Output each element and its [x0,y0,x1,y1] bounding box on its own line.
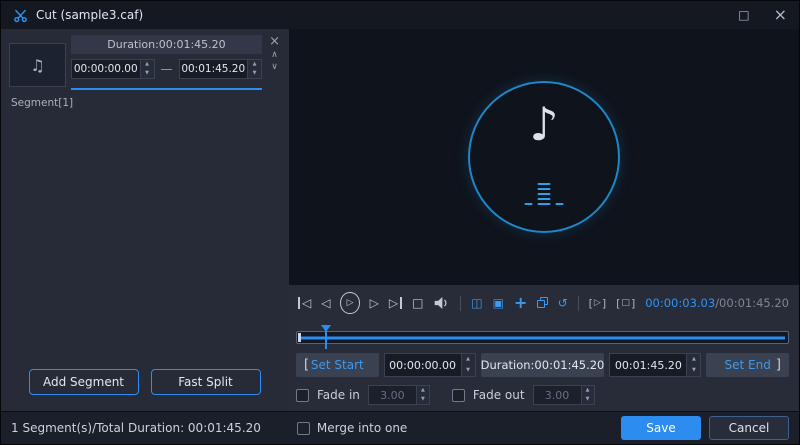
remove-segment-icon[interactable]: × [269,35,280,48]
toolbar-separator [460,295,462,311]
add-segment-button[interactable]: Add Segment [28,369,139,395]
trim-end-value[interactable]: 00:01:45.20 [610,354,686,376]
segment-end-time-input[interactable]: 00:01:45.20 ▲ ▼ [178,59,262,79]
step-down-icon[interactable]: ▼ [462,365,475,376]
segment-start-value[interactable]: 00:00:00.00 [72,60,140,78]
maximize-icon[interactable]: □ [738,9,749,21]
timeline[interactable] [296,325,789,349]
skip-to-start-icon[interactable]: ◁ [298,297,311,309]
set-start-button[interactable]: [ Set Start [296,353,379,377]
fade-in-input[interactable]: 3.00 ▲ ▼ [367,385,430,405]
segment-start-time-input[interactable]: 00:00:00.00 ▲ ▼ [71,59,155,79]
save-button[interactable]: Save [621,416,701,440]
current-time: 00:00:03.03 [645,296,716,310]
skip-to-end-icon[interactable]: ▷ [389,297,403,309]
close-icon[interactable]: × [774,7,787,23]
trim-controls: [ Set Start 00:00:00.00 ▲ ▼ Duration:00:… [296,353,789,377]
split-segment-icon[interactable]: ◫ [471,297,482,309]
cancel-button[interactable]: Cancel [709,416,789,440]
total-time: /00:01:45.20 [715,296,789,310]
music-note-icon: ♫ [30,55,45,75]
step-up-icon[interactable]: ▲ [141,60,154,69]
trim-start-time-input[interactable]: 00:00:00.00 ▲ ▼ [383,353,476,377]
clip-range-bar [300,336,785,339]
step-up-icon[interactable]: ▲ [687,354,700,365]
window-title: Cut (sample3.caf) [36,8,144,22]
segment-item[interactable]: ♫ Segment[1] Duration:00:01:45.20 00:00:… [9,35,280,129]
step-down-icon[interactable]: ▼ [687,365,700,376]
step-up-icon[interactable]: ▲ [248,60,261,69]
music-note-icon: ♪ [529,97,559,151]
fade-in-checkbox[interactable] [296,388,309,402]
step-up-icon[interactable]: ▲ [417,386,429,395]
step-up-icon[interactable]: ▲ [582,386,594,395]
move-segment-up-icon[interactable]: ∧ [271,51,278,60]
fade-controls: Fade in 3.00 ▲ ▼ Fade out 3.00 ▲ ▼ [296,385,609,405]
playhead-marker[interactable] [320,325,331,349]
summary-label: 1 Segment(s)/Total Duration: 00:01:45.20 [11,421,261,435]
fade-out-input[interactable]: 3.00 ▲ ▼ [532,385,595,405]
playback-toolbar: ◁ ◁ ▷ ▷ ▷ □ ◫ ▣ + ↺ [ ▷ ] [□] 00:00:03… [298,289,789,317]
reset-icon[interactable]: ↺ [558,297,568,309]
preview-play-icon: ▷ [593,298,601,308]
stop-icon[interactable]: □ [412,297,423,309]
fade-out-checkbox[interactable] [451,388,465,402]
preview-stop-icon: □ [621,298,630,308]
copy-segment-icon[interactable] [537,297,549,309]
cut-dialog-window: Cut (sample3.caf) □ × ♫ Segment[1] Durat… [0,0,800,445]
fade-out-value[interactable]: 3.00 [534,386,581,404]
footer-bar: 1 Segment(s)/Total Duration: 00:01:45.20… [1,411,799,444]
select-region-icon[interactable]: ▣ [493,297,504,309]
audio-placeholder-circle: ♪ [468,81,620,233]
volume-icon[interactable] [433,296,450,310]
step-down-icon[interactable]: ▼ [141,69,154,78]
clip-start-handle[interactable] [298,333,301,342]
title-bar: Cut (sample3.caf) □ × [1,1,799,29]
equalizer-icon [524,183,564,205]
step-down-icon[interactable]: ▼ [582,395,594,404]
merge-checkbox[interactable] [296,421,310,435]
step-forward-icon[interactable]: ▷ [370,297,379,309]
play-button[interactable]: ▷ [340,292,360,314]
time-display: 00:00:03.03/00:01:45.20 [645,296,789,310]
scissors-icon [13,8,28,23]
fade-out-label: Fade out [472,388,525,402]
step-back-icon[interactable]: ◁ [321,297,330,309]
fade-in-label: Fade in [317,388,360,402]
trim-start-value[interactable]: 00:00:00.00 [385,354,461,376]
trim-duration-label: Duration:00:01:45.20 [480,353,605,377]
play-icon: ▷ [346,298,354,308]
step-down-icon[interactable]: ▼ [417,395,429,404]
segment-progress-line [71,88,262,90]
toolbar-separator [577,295,579,311]
fast-split-button[interactable]: Fast Split [150,369,261,395]
preview-play-button[interactable]: [ ▷ ] [589,297,607,310]
step-down-icon[interactable]: ▼ [248,69,261,78]
timeline-track[interactable] [296,331,789,344]
set-end-button[interactable]: Set End ] [706,353,789,377]
merge-label: Merge into one [316,421,408,435]
segment-thumbnail[interactable]: ♫ [9,43,66,87]
segment-duration-label: Duration:00:01:45.20 [71,35,262,54]
move-segment-down-icon[interactable]: ∨ [271,63,278,72]
segment-end-value[interactable]: 00:01:45.20 [180,60,248,78]
segment-list-panel: ♫ Segment[1] Duration:00:01:45.20 00:00:… [1,29,288,411]
add-segment-icon[interactable]: + [514,295,527,311]
step-up-icon[interactable]: ▲ [462,354,475,365]
segment-name-label: Segment[1] [11,97,74,109]
audio-preview-area: ♪ [289,29,799,285]
preview-panel: ♪ ◁ ◁ ▷ ▷ ▷ □ ◫ ▣ + ↺ [▷] [□] 00:00:… [288,29,799,411]
time-range-dash: — [160,62,173,76]
trim-end-time-input[interactable]: 00:01:45.20 ▲ ▼ [609,353,702,377]
fade-in-value[interactable]: 3.00 [369,386,416,404]
preview-stop-button[interactable]: [ □ ] [616,297,635,310]
